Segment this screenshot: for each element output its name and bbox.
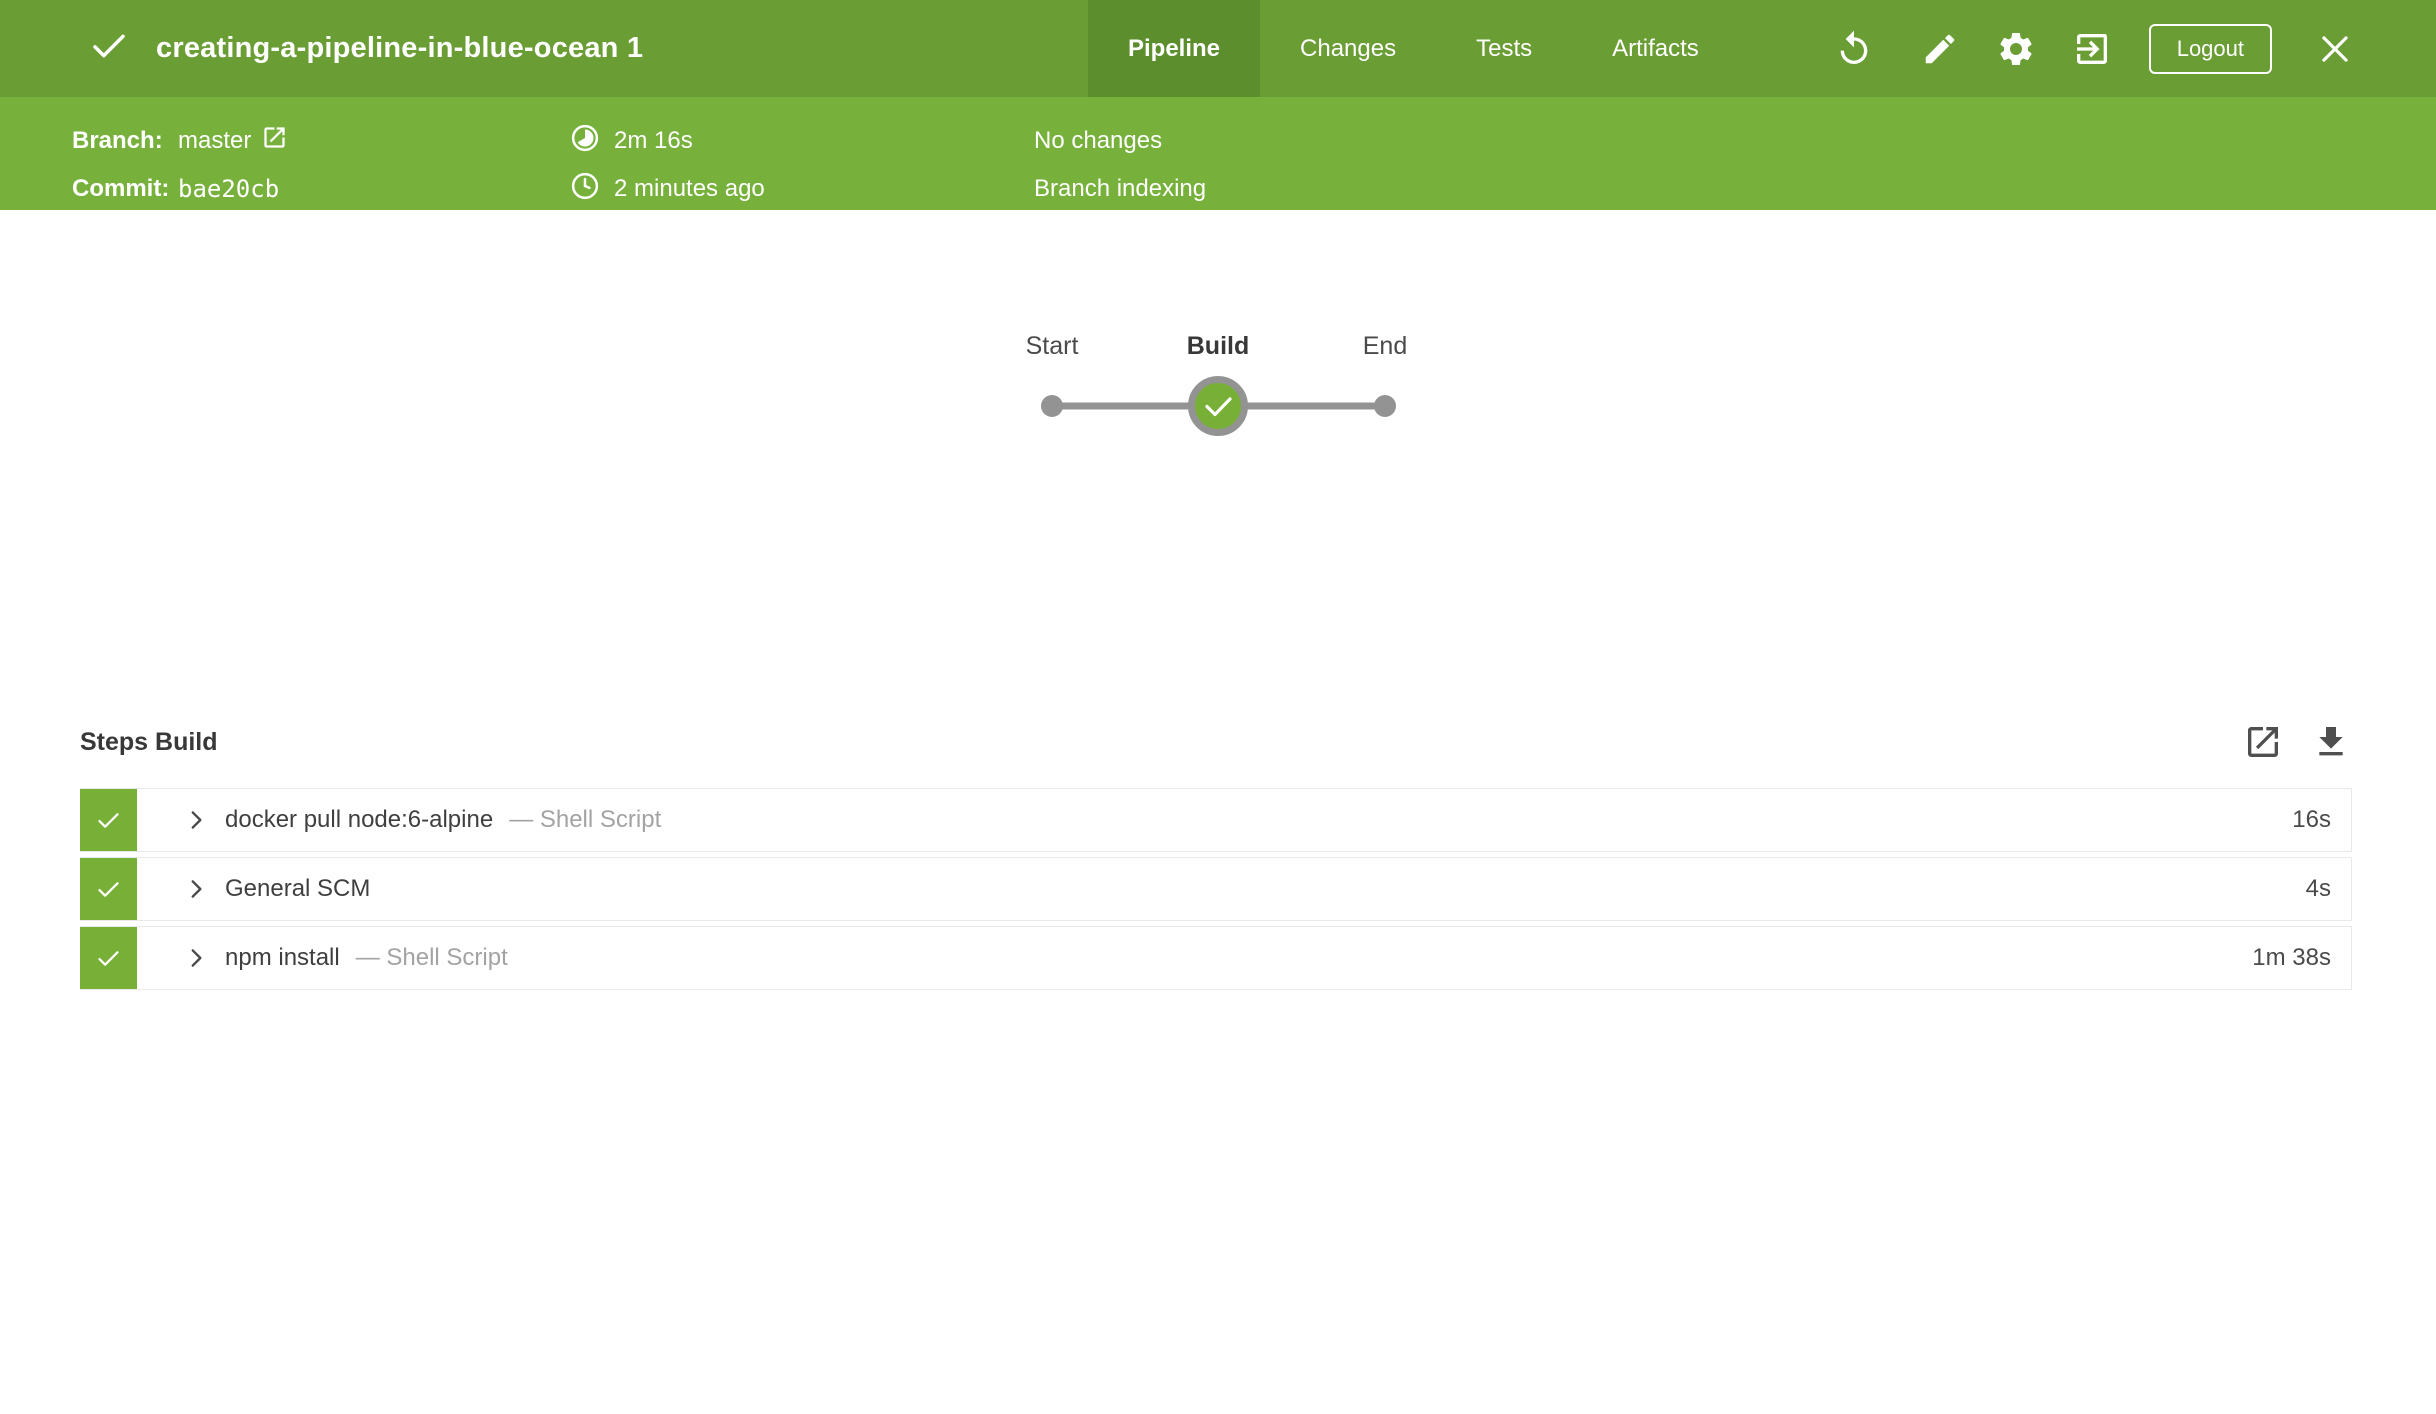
duration-icon xyxy=(570,123,600,160)
step-success-icon xyxy=(80,858,137,920)
step-duration: 16s xyxy=(2292,789,2351,851)
commit-row: Commit: bae20cb xyxy=(72,165,288,213)
step-duration: 4s xyxy=(2306,858,2351,920)
branch-label: Branch: xyxy=(72,127,178,155)
download-icon[interactable] xyxy=(2310,721,2352,763)
tab-pipeline[interactable]: Pipeline xyxy=(1088,0,1260,97)
changes-text: No changes xyxy=(1034,117,1206,165)
page-title: creating-a-pipeline-in-blue-ocean 1 xyxy=(156,32,643,65)
external-link-icon xyxy=(261,124,288,158)
steps-header-actions xyxy=(2242,721,2352,763)
tab-tests[interactable]: Tests xyxy=(1436,0,1572,97)
run-cause-text: Branch indexing xyxy=(1034,165,1206,213)
edit-pencil-icon[interactable] xyxy=(1917,26,1963,72)
clock-icon xyxy=(570,171,600,208)
run-info-bar: Branch: master Commit: bae20cb 2m 16s xyxy=(0,97,2436,210)
step-success-icon xyxy=(80,789,137,851)
header-actions: Logout xyxy=(1831,0,2436,97)
chevron-right-icon[interactable] xyxy=(183,789,209,851)
steps-list: docker pull node:6-alpine — Shell Script… xyxy=(80,788,2352,995)
graph-label-build: Build xyxy=(1187,332,1250,361)
duration-text: 2m 16s xyxy=(614,127,693,155)
header-bar: creating-a-pipeline-in-blue-ocean 1 Pipe… xyxy=(0,0,2436,97)
step-name: General SCM xyxy=(225,858,370,920)
gear-icon[interactable] xyxy=(1993,26,2039,72)
start-node-dot xyxy=(1041,395,1063,417)
tab-artifacts[interactable]: Artifacts xyxy=(1572,0,1739,97)
step-success-icon xyxy=(80,927,137,989)
tab-bar: Pipeline Changes Tests Artifacts xyxy=(1088,0,1739,97)
step-name: npm install xyxy=(225,927,340,989)
graph-label-end: End xyxy=(1363,332,1407,361)
replay-icon[interactable] xyxy=(1831,26,1877,72)
time-column: 2m 16s 2 minutes ago xyxy=(570,117,765,213)
step-type: — Shell Script xyxy=(509,789,661,851)
steps-heading: Steps Build xyxy=(80,728,218,757)
blue-ocean-run-page: creating-a-pipeline-in-blue-ocean 1 Pipe… xyxy=(0,0,2436,1414)
end-node-dot xyxy=(1374,395,1396,417)
step-name: docker pull node:6-alpine xyxy=(225,789,493,851)
step-row[interactable]: docker pull node:6-alpine — Shell Script… xyxy=(80,788,2352,852)
pipeline-graph-canvas xyxy=(1018,372,1398,442)
graph-label-start: Start xyxy=(1026,332,1079,361)
close-icon[interactable] xyxy=(2312,26,2358,72)
completed-ago-text: 2 minutes ago xyxy=(614,175,765,203)
branch-row: Branch: master xyxy=(72,117,288,165)
duration-row: 2m 16s xyxy=(570,117,765,165)
step-type: — Shell Script xyxy=(356,927,508,989)
steps-header: Steps Build xyxy=(80,716,2352,768)
step-duration: 1m 38s xyxy=(2252,927,2351,989)
build-node-success[interactable] xyxy=(1192,380,1245,433)
commit-label: Commit: xyxy=(72,175,178,203)
chevron-right-icon[interactable] xyxy=(183,927,209,989)
tab-changes[interactable]: Changes xyxy=(1260,0,1436,97)
step-row[interactable]: npm install — Shell Script 1m 38s xyxy=(80,926,2352,990)
success-check-icon xyxy=(88,25,130,72)
run-title-group: creating-a-pipeline-in-blue-ocean 1 xyxy=(88,0,643,97)
chevron-right-icon[interactable] xyxy=(183,858,209,920)
branch-commit-column: Branch: master Commit: bae20cb xyxy=(72,117,288,213)
exit-to-app-icon[interactable] xyxy=(2069,26,2115,72)
step-row[interactable]: General SCM 4s xyxy=(80,857,2352,921)
pipeline-graph: Start Build End xyxy=(1018,332,1398,452)
branch-link[interactable]: master xyxy=(178,124,288,158)
open-in-new-icon[interactable] xyxy=(2242,721,2284,763)
logout-button[interactable]: Logout xyxy=(2149,24,2272,74)
changes-column: No changes Branch indexing xyxy=(1034,117,1206,213)
commit-hash: bae20cb xyxy=(178,175,279,203)
completed-row: 2 minutes ago xyxy=(570,165,765,213)
